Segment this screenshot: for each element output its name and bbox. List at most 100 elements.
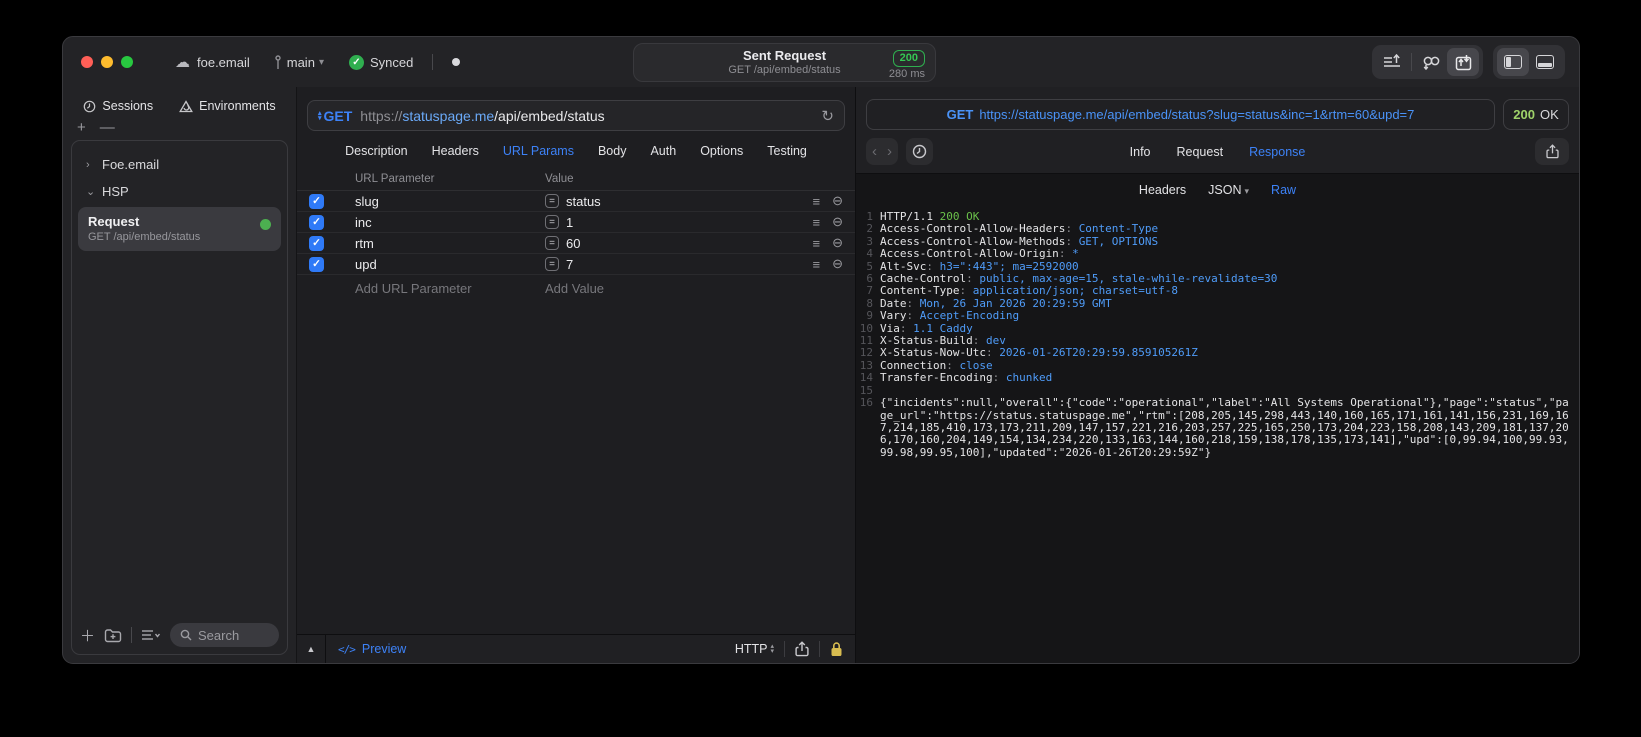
share-button[interactable] <box>795 641 809 657</box>
forward-button[interactable]: › <box>887 143 892 160</box>
divider <box>432 54 434 70</box>
remove-row-icon[interactable]: ⊖ <box>832 214 843 230</box>
row-options-icon[interactable]: ≡ <box>813 215 821 230</box>
tab-auth[interactable]: Auth <box>650 144 676 158</box>
remove-session-button[interactable]: — <box>100 119 115 136</box>
add-item-button[interactable]: ＋ <box>80 625 95 646</box>
param-checkbox[interactable]: ✓ <box>309 256 324 272</box>
code-icon: </> <box>338 642 356 656</box>
response-tab-request[interactable]: Request <box>1177 145 1224 159</box>
add-value-placeholder[interactable]: Add Value <box>545 281 843 296</box>
branch-selector[interactable]: main ▾ <box>273 55 324 70</box>
request-url-bar[interactable]: ▴ ▾ GET https://statuspage.me/api/embed/s… <box>307 100 845 131</box>
params-table-header: URL Parameter Value <box>297 169 855 191</box>
search-icon <box>180 629 192 641</box>
remove-row-icon[interactable]: ⊖ <box>832 256 843 272</box>
divider <box>1411 53 1412 71</box>
app-window: ☁ foe.email main ▾ ✓ Synced Sent Request… <box>62 36 1580 664</box>
unsaved-indicator-dot <box>452 58 461 66</box>
equals-operator-icon: = <box>545 257 559 271</box>
param-checkbox[interactable]: ✓ <box>309 193 324 209</box>
request-list-item[interactable]: Request GET /api/embed/status <box>78 207 281 251</box>
sent-request-title: Sent Request <box>742 47 827 63</box>
new-folder-button[interactable] <box>104 628 122 643</box>
param-row-rtm: ✓ rtm = 60 ≡ ⊖ <box>297 233 855 254</box>
param-value[interactable]: 7 <box>566 257 573 272</box>
response-subtab-raw[interactable]: Raw <box>1271 183 1296 197</box>
tree-item-hsp[interactable]: ⌄ HSP <box>78 178 281 205</box>
link-loop-button[interactable] <box>1415 48 1447 76</box>
response-tab-response[interactable]: Response <box>1249 145 1305 159</box>
param-name[interactable]: slug <box>355 194 545 209</box>
row-options-icon[interactable]: ≡ <box>813 236 821 251</box>
param-row-inc: ✓ inc = 1 ≡ ⊖ <box>297 212 855 233</box>
divider <box>131 627 133 643</box>
sync-requests-button[interactable] <box>1447 48 1479 76</box>
lock-icon[interactable] <box>830 641 843 657</box>
zoom-window-button[interactable] <box>121 56 133 68</box>
response-body-text: {"incidents":null,"overall":{"code":"ope… <box>880 396 1569 459</box>
close-window-button[interactable] <box>81 56 93 68</box>
back-button[interactable]: ‹ <box>872 143 877 160</box>
preview-button[interactable]: </> Preview <box>338 642 406 656</box>
sidebar-tab-environments[interactable]: Environments <box>179 99 276 113</box>
line-number: 9 <box>866 309 873 323</box>
param-checkbox[interactable]: ✓ <box>309 235 324 251</box>
history-button[interactable] <box>906 138 933 165</box>
tab-description[interactable]: Description <box>345 144 408 158</box>
param-name[interactable]: inc <box>355 215 545 230</box>
line-number: 16 <box>859 396 873 410</box>
remove-row-icon[interactable]: ⊖ <box>832 235 843 251</box>
method-label: GET <box>323 107 353 124</box>
response-navbar: Info Request Response ‹ › <box>856 130 1579 173</box>
protocol-selector[interactable]: HTTP ▴ ▾ <box>735 642 774 656</box>
row-options-icon[interactable]: ≡ <box>813 194 821 209</box>
line-number: 4 <box>866 247 873 261</box>
search-input[interactable]: Search <box>170 623 279 647</box>
remove-row-icon[interactable]: ⊖ <box>832 193 843 209</box>
tree-item-foe-email[interactable]: › Foe.email <box>78 151 281 178</box>
export-response-button[interactable] <box>1535 138 1569 165</box>
param-name[interactable]: upd <box>355 257 545 272</box>
sidebar-footer: ＋ Search <box>72 616 287 654</box>
add-session-button[interactable]: + <box>77 119 86 136</box>
sent-request-line[interactable]: GET https://statuspage.me/api/embed/stat… <box>866 99 1495 130</box>
response-subtab-json[interactable]: JSON ▾ <box>1208 183 1249 197</box>
environments-icon <box>179 99 194 112</box>
minimize-window-button[interactable] <box>101 56 113 68</box>
expanded-caret-icon: ⌄ <box>86 186 96 198</box>
param-name[interactable]: rtm <box>355 236 545 251</box>
toggle-bottom-panel-button[interactable] <box>1529 48 1561 76</box>
sidebar-tab-sessions[interactable]: Sessions <box>83 99 153 113</box>
line-number: 7 <box>866 284 873 298</box>
sync-status[interactable]: ✓ Synced <box>348 54 413 70</box>
add-param-placeholder[interactable]: Add URL Parameter <box>355 281 545 296</box>
param-value[interactable]: 1 <box>566 215 573 230</box>
request-url-text[interactable]: https://statuspage.me/api/embed/status <box>360 108 604 124</box>
titlebar: ☁ foe.email main ▾ ✓ Synced Sent Request… <box>63 37 1579 87</box>
row-options-icon[interactable]: ≡ <box>813 257 821 272</box>
sort-list-button[interactable] <box>141 628 161 642</box>
tab-body[interactable]: Body <box>598 144 627 158</box>
tab-testing[interactable]: Testing <box>767 144 807 158</box>
tab-headers[interactable]: Headers <box>432 144 479 158</box>
response-tab-info[interactable]: Info <box>1130 145 1151 159</box>
param-value[interactable]: status <box>566 194 601 209</box>
response-raw-view[interactable]: 1 HTTP/1.1 200 OK 2 Access-Control-Allow-He… <box>856 205 1579 663</box>
line-number: 2 <box>866 222 873 236</box>
collapse-editor-button[interactable]: ▲ <box>297 635 326 663</box>
param-value[interactable]: 60 <box>566 236 580 251</box>
import-export-button[interactable] <box>1376 48 1408 76</box>
param-checkbox[interactable]: ✓ <box>309 214 324 230</box>
tree-item-label: Foe.email <box>102 157 160 172</box>
resend-request-button[interactable]: ↻ <box>821 107 834 125</box>
tab-url-params[interactable]: URL Params <box>503 144 574 158</box>
add-parameter-row[interactable]: Add URL Parameter Add Value <box>297 275 855 302</box>
response-subtab-headers[interactable]: Headers <box>1139 183 1186 197</box>
toggle-sidebar-button[interactable] <box>1497 48 1529 76</box>
sent-request-summary[interactable]: Sent Request GET /api/embed/status 200 2… <box>633 43 936 82</box>
line-number: 14 <box>859 371 873 385</box>
method-selector[interactable]: ▴ ▾ GET <box>318 108 352 124</box>
tab-options[interactable]: Options <box>700 144 743 158</box>
project-name[interactable]: foe.email <box>197 55 250 70</box>
